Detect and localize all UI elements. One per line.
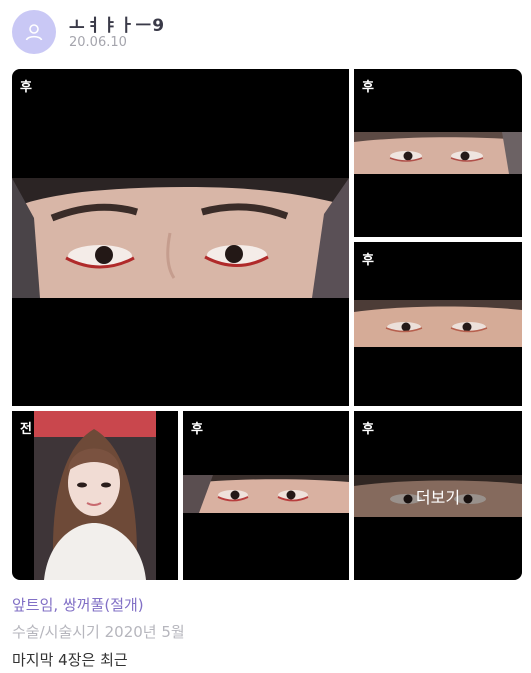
photo-tag: 후: [362, 253, 374, 268]
photo-image: [354, 300, 522, 347]
photo-gallery: 후 후 후 전 후 후 더보기: [12, 69, 522, 580]
photo-image: [183, 475, 349, 513]
photo-tile[interactable]: 후: [354, 69, 522, 237]
photo-image: [12, 178, 349, 298]
photo-tag: 후: [362, 422, 374, 437]
photo-tag: 후: [191, 422, 203, 437]
photo-tag: 후: [362, 80, 374, 95]
photo-tile[interactable]: 후: [12, 69, 349, 406]
username[interactable]: ㅗㅕㅑㅏㅡ9: [69, 11, 165, 36]
photo-tile[interactable]: 후: [354, 242, 522, 406]
photo-image: [354, 132, 522, 174]
photo-tag: 전: [20, 422, 32, 437]
more-photos-label: 더보기: [415, 487, 461, 507]
more-photos-button[interactable]: 더보기: [354, 411, 522, 580]
avatar[interactable]: [12, 10, 56, 54]
photo-tile[interactable]: 전: [12, 411, 178, 580]
photo-tile[interactable]: 후 더보기: [354, 411, 522, 580]
photo-tag: 후: [20, 80, 32, 95]
post-body-text: 마지막 4장은 최근: [12, 651, 128, 669]
photo-tile[interactable]: 후: [183, 411, 349, 580]
procedure-period: 수술/시술시기 2020년 5월: [12, 623, 185, 641]
photo-image: [34, 411, 156, 580]
user-icon: [25, 24, 43, 41]
post-date: 20.06.10: [69, 35, 127, 50]
procedure-tags[interactable]: 앞트임, 쌍꺼풀(절개): [12, 594, 144, 615]
